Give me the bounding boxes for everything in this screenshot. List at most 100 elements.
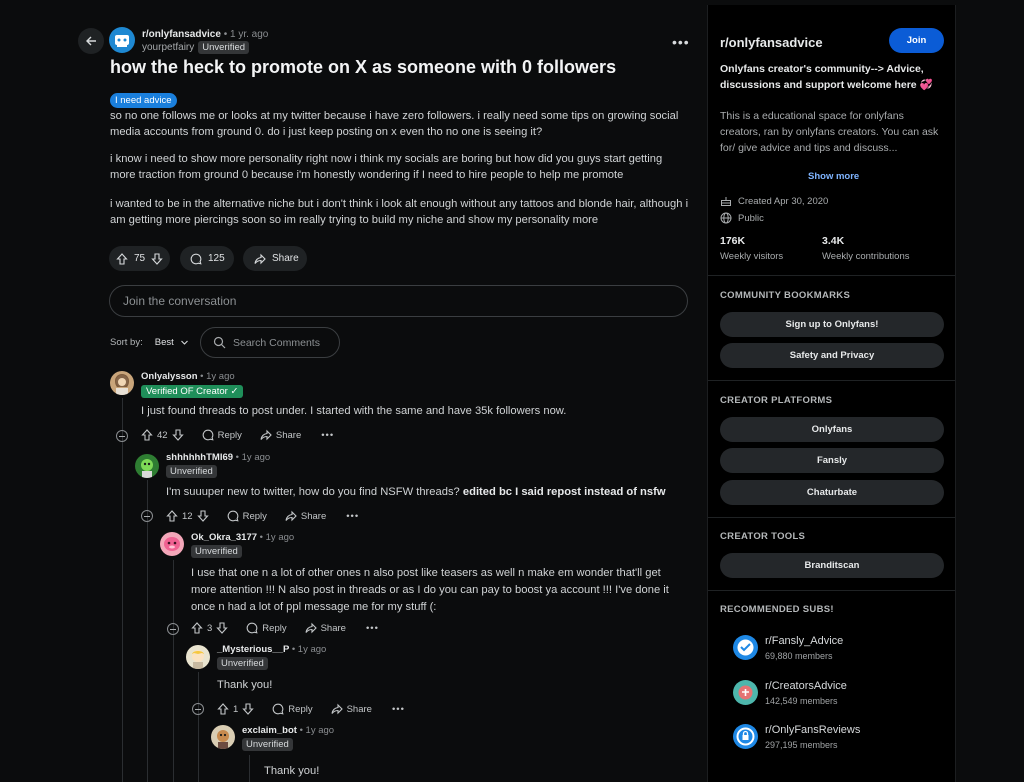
comment-author[interactable]: shhhhhhTMI69 • 1y ago [166, 452, 270, 463]
downvote-icon[interactable] [216, 622, 229, 634]
recommended-sub-name[interactable]: r/OnlyFansReviews [765, 724, 860, 736]
share-icon [331, 703, 343, 715]
sort-control[interactable]: Sort by: Best [110, 337, 189, 348]
downvote-icon[interactable] [171, 429, 184, 441]
post-title: how the heck to promote on X as someone … [110, 57, 617, 77]
subreddit-icon[interactable] [109, 27, 135, 53]
verified-badge: Verified OF Creator ✓ [141, 385, 244, 398]
comments-button[interactable]: 125 [180, 246, 234, 271]
more-options-icon[interactable]: ••• [392, 704, 405, 715]
weekly-contributions-label: Weekly contributions [822, 251, 910, 262]
recommended-sub-members: 297,195 members [765, 740, 838, 750]
join-button[interactable]: Join [889, 28, 944, 53]
tools-title: CREATOR TOOLS [720, 531, 806, 542]
comment-actions: 3 Reply Share ••• [191, 622, 379, 634]
downvote-icon[interactable] [242, 703, 255, 715]
share-button[interactable]: Share [285, 510, 326, 522]
more-options-icon[interactable]: ••• [672, 34, 690, 50]
thread-line [147, 480, 148, 782]
comment-author-name[interactable]: _Mysterious__P [217, 644, 289, 655]
post-paragraph: i know i need to show more personality r… [110, 153, 663, 181]
community-headline: Onlyfans creator's community--> Advice, … [720, 63, 933, 91]
show-more-button[interactable]: Show more [808, 171, 859, 182]
vote-count: 42 [157, 429, 168, 441]
sort-value[interactable]: Best [155, 337, 174, 348]
upvote-icon[interactable] [191, 622, 203, 634]
comment-author[interactable]: _Mysterious__P • 1y ago [217, 644, 326, 655]
comment-author-name[interactable]: Onlyalysson [141, 371, 198, 382]
arrow-left-icon [86, 36, 96, 46]
share-button[interactable]: Share [331, 703, 372, 715]
community-sidebar: r/onlyfansadvice Join Onlyfans creator's… [707, 5, 956, 782]
comment-author-name[interactable]: shhhhhhTMI69 [166, 452, 233, 463]
reply-button[interactable]: Reply [227, 510, 267, 522]
collapse-icon[interactable] [167, 623, 179, 635]
more-options-icon[interactable]: ••• [346, 511, 359, 522]
creators-advice-icon[interactable] [733, 680, 758, 705]
more-options-icon[interactable]: ••• [321, 430, 334, 441]
bookmark-signup-button[interactable]: Sign up to Onlyfans! [720, 312, 944, 337]
onlyfans-reviews-icon[interactable] [733, 724, 758, 749]
author-badge: Unverified [242, 738, 293, 751]
comment-author-name[interactable]: exclaim_bot [242, 725, 297, 736]
weekly-visitors-label: Weekly visitors [720, 251, 784, 262]
avatar[interactable] [211, 725, 235, 749]
upvote-icon[interactable] [166, 510, 178, 522]
comment-author[interactable]: Onlyalysson • 1y ago [141, 371, 235, 382]
more-options-icon[interactable]: ••• [366, 623, 379, 634]
bookmark-safety-button[interactable]: Safety and Privacy [720, 343, 944, 368]
comment-icon [190, 253, 202, 265]
author-badge: Unverified [166, 465, 217, 478]
reply-label: Reply [217, 429, 242, 441]
back-button[interactable] [78, 28, 104, 54]
share-button[interactable]: Share [305, 622, 346, 634]
upvote-icon[interactable] [116, 252, 128, 265]
comment-text: I use that one n a lot of other ones n a… [191, 567, 669, 613]
post-author[interactable]: yourpetfairy [142, 42, 194, 53]
collapse-icon[interactable] [116, 430, 128, 442]
community-description: This is a educational space for onlyfans… [720, 110, 939, 154]
avatar[interactable] [110, 371, 134, 395]
platform-onlyfans-button[interactable]: Onlyfans [720, 417, 944, 442]
reply-button[interactable]: Reply [202, 429, 242, 441]
community-name[interactable]: r/onlyfansadvice [720, 35, 823, 50]
downvote-icon[interactable] [151, 252, 163, 265]
platform-chaturbate-button[interactable]: Chaturbate [720, 480, 944, 505]
comment-author[interactable]: Ok_Okra_3177 • 1y ago [191, 532, 294, 543]
subreddit-link[interactable]: r/onlyfansadvice [142, 29, 221, 40]
comment-author[interactable]: exclaim_bot • 1y ago [242, 725, 334, 736]
fansly-advice-icon[interactable] [733, 635, 758, 660]
avatar[interactable] [135, 454, 159, 478]
share-button[interactable]: Share [243, 246, 307, 271]
collapse-icon[interactable] [192, 703, 204, 715]
divider [708, 275, 955, 276]
avatar[interactable] [160, 532, 184, 556]
collapse-icon[interactable] [141, 510, 153, 522]
comment-text: Thank you! [264, 765, 320, 777]
avatar[interactable] [186, 645, 210, 669]
platform-fansly-button[interactable]: Fansly [720, 448, 944, 473]
comment-author-name[interactable]: Ok_Okra_3177 [191, 532, 257, 543]
share-label: Share [300, 510, 327, 522]
upvote-icon[interactable] [217, 703, 229, 715]
join-conversation-input[interactable]: Join the conversation [109, 285, 688, 317]
share-button[interactable]: Share [260, 429, 301, 441]
chevron-down-icon[interactable] [180, 338, 189, 347]
share-label: Share [275, 429, 302, 441]
recommended-sub-name[interactable]: r/CreatorsAdvice [765, 680, 847, 692]
recommended-sub-name[interactable]: r/Fansly_Advice [765, 635, 843, 647]
comment-text-body: I'm suuuper new to twitter, how do you f… [166, 486, 460, 498]
reply-button[interactable]: Reply [272, 703, 313, 715]
share-icon [260, 429, 272, 441]
tool-branditscan-button[interactable]: Branditscan [720, 553, 944, 578]
comment-time: 1y ago [206, 371, 235, 382]
share-icon [254, 253, 266, 264]
post-paragraph: so no one follows me or looks at my twit… [110, 110, 679, 138]
search-comments-input[interactable]: Search Comments [200, 327, 340, 358]
upvote-icon[interactable] [141, 429, 153, 441]
search-icon [213, 336, 226, 349]
vote-count: 75 [134, 253, 146, 264]
downvote-icon[interactable] [196, 510, 209, 522]
reply-button[interactable]: Reply [246, 622, 287, 634]
post-flair[interactable]: I need advice [110, 93, 177, 108]
